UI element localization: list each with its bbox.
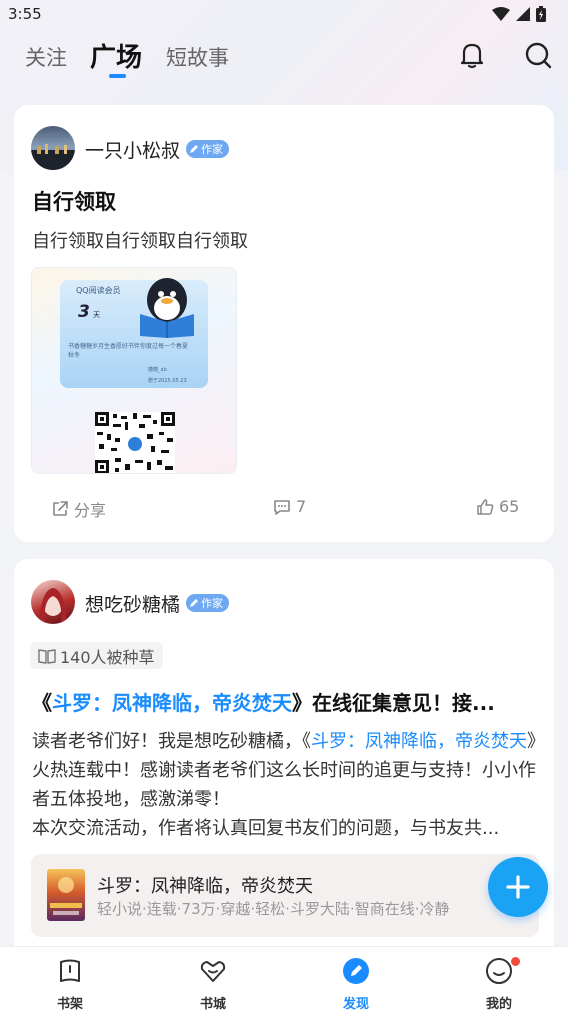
comment-icon <box>274 499 290 515</box>
pen-icon <box>190 599 198 607</box>
post-title[interactable]: 自行领取 <box>32 186 116 216</box>
status-icons <box>492 6 546 22</box>
notification-dot <box>511 957 520 966</box>
book-cover[interactable] <box>47 869 85 921</box>
writer-badge: 作家 <box>186 140 229 158</box>
membership-days-unit: 天 <box>93 311 100 319</box>
post-card[interactable]: 一只小松叔 作家 自行领取 自行领取自行领取自行领取 QQ阅读会员 3 天 书香… <box>14 105 554 542</box>
author-name[interactable]: 想吃砂糖橘 <box>85 590 180 617</box>
tab-square[interactable]: 广场 <box>90 37 142 74</box>
post-text-part-3: 本次交流活动，作者将认真回复书友们的问题，与书友共... <box>32 818 500 839</box>
membership-days: 3 <box>78 302 90 322</box>
writer-badge-label: 作家 <box>201 143 223 156</box>
membership-user: 糖糖_ab <box>148 367 167 373</box>
tab-short-stories[interactable]: 短故事 <box>166 42 229 72</box>
writer-badge-label: 作家 <box>201 597 223 610</box>
book-cover-art <box>50 877 82 915</box>
like-count: 65 <box>499 497 520 516</box>
book-meta: 轻小说·连载·73万·穿越·轻松·斗罗大陆·智商在线·冷静 <box>97 900 450 918</box>
post-text-part-1: 读者老爷们好！我是想吃砂糖橘，《 <box>32 731 311 752</box>
nav-profile-label: 我的 <box>485 997 512 1012</box>
discover-icon <box>343 958 369 984</box>
membership-message: 书香糖糖岁月生香愿好书伴你度过每一个春夏秋冬 <box>68 343 189 359</box>
thumbs-up-icon <box>477 498 494 515</box>
profile-icon <box>486 958 512 984</box>
avatar[interactable] <box>31 580 75 624</box>
post-image[interactable]: QQ阅读会员 3 天 书香糖糖岁月生香愿好书伴你度过每一个春夏秋冬 糖糖_ab … <box>31 267 237 474</box>
qr-code-icon <box>95 412 175 473</box>
share-icon <box>53 501 68 516</box>
post-text[interactable]: 自行领取自行领取自行领取 <box>32 227 248 253</box>
title-book-link[interactable]: 斗罗：凤神降临，帝炎焚天 <box>52 691 292 715</box>
avatar[interactable] <box>31 126 75 170</box>
book-open-icon <box>38 648 56 664</box>
comment-count: 7 <box>296 497 307 516</box>
status-time: 3:55 <box>8 5 42 23</box>
seeded-tag[interactable]: 140人被种草 <box>30 642 163 669</box>
nav-bookstore[interactable]: 书城 <box>163 947 263 1014</box>
avatar-image <box>39 588 67 624</box>
share-label: 分享 <box>74 501 107 520</box>
wifi-icon <box>492 7 510 21</box>
tab-follow[interactable]: 关注 <box>25 42 67 72</box>
post-card[interactable]: 想吃砂糖橘 作家 140人被种草 《斗罗：凤神降临，帝炎焚天》在线征集意见！接.… <box>14 559 554 959</box>
book-card[interactable]: 斗罗：凤神降临，帝炎焚天 轻小说·连载·73万·穿越·轻松·斗罗大陆·智商在线·… <box>31 854 539 937</box>
nav-discover-label: 发现 <box>342 997 369 1012</box>
writer-badge: 作家 <box>186 594 229 612</box>
bell-icon[interactable] <box>456 39 488 71</box>
bookshelf-icon <box>60 959 80 982</box>
author-name[interactable]: 一只小松叔 <box>85 136 180 163</box>
plus-icon <box>506 875 530 899</box>
avatar-image <box>31 144 75 170</box>
like-button[interactable]: 65 <box>476 497 519 516</box>
header: 关注 广场 短故事 <box>0 34 568 84</box>
membership-brand: QQ阅读会员 <box>76 286 121 295</box>
bookstore-icon <box>200 961 226 982</box>
book-name: 斗罗：凤神降临，帝炎焚天 <box>97 876 313 897</box>
status-bar: 3:55 <box>0 0 568 28</box>
active-tab-indicator <box>109 74 126 78</box>
post-text[interactable]: 读者老爷们好！我是想吃砂糖橘，《斗罗：凤神降临，帝炎焚天》火热连载中！感谢读者老… <box>32 727 542 843</box>
penguin-mascot-icon <box>140 278 194 338</box>
comment-button[interactable]: 7 <box>273 497 306 516</box>
create-post-button[interactable] <box>488 857 548 917</box>
share-button[interactable]: 分享 <box>51 497 106 521</box>
bottom-nav: 书架 书城 发现 我的 <box>0 946 568 1014</box>
post-title[interactable]: 《斗罗：凤神降临，帝炎焚天》在线征集意见！接... <box>32 687 542 716</box>
battery-icon <box>536 6 546 22</box>
search-icon[interactable] <box>522 39 554 71</box>
title-prefix: 《 <box>32 691 52 715</box>
title-suffix: 》在线征集意见！接... <box>292 691 495 715</box>
post-text-book-link[interactable]: 斗罗：凤神降临，帝炎焚天 <box>311 731 527 752</box>
nav-profile[interactable]: 我的 <box>449 947 549 1014</box>
membership-date: 赠于2025.05.23 <box>148 378 187 384</box>
seeded-tag-label: 140人被种草 <box>60 647 155 667</box>
nav-bookshelf[interactable]: 书架 <box>20 947 120 1014</box>
nav-bookshelf-label: 书架 <box>56 997 83 1012</box>
signal-icon <box>516 7 530 21</box>
pen-icon <box>190 145 198 153</box>
nav-bookstore-label: 书城 <box>199 997 226 1012</box>
nav-discover[interactable]: 发现 <box>306 947 406 1014</box>
